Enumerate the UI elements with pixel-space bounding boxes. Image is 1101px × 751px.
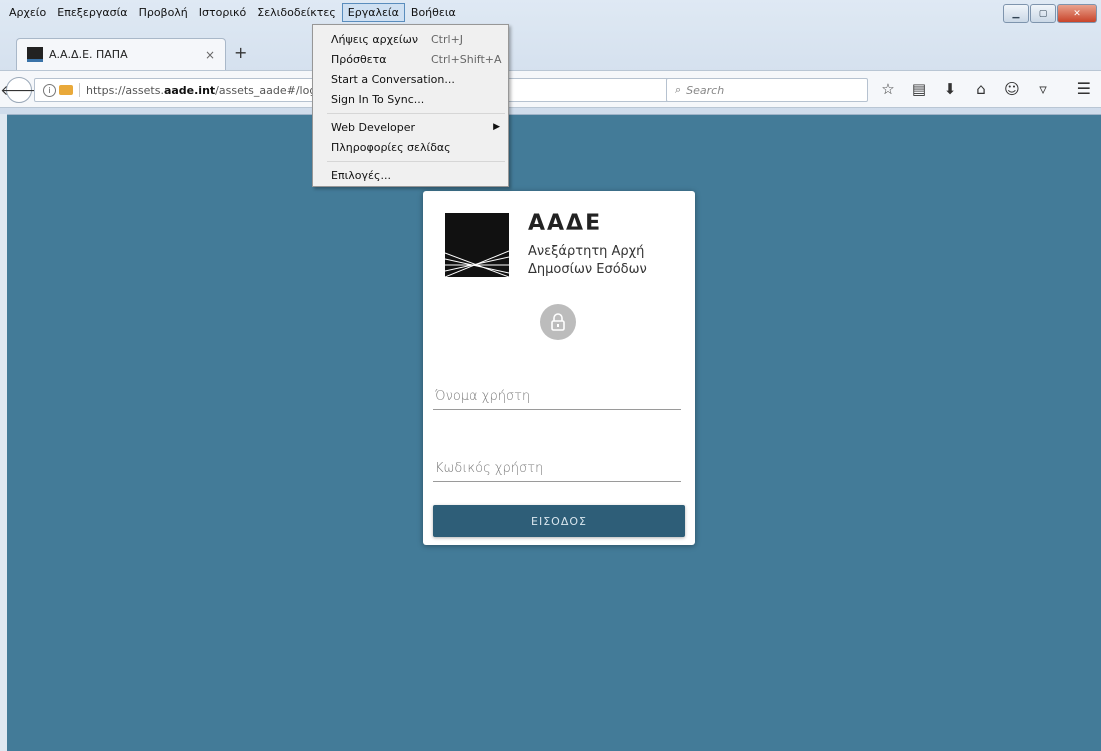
bookmarks-list-icon[interactable]: ▤	[911, 80, 927, 98]
brand-subtitle-line-1: Ανεξάρτητη Αρχή	[528, 244, 645, 259]
menu-item-label: Λήψεις αρχείων	[331, 32, 418, 46]
menu-separator	[327, 113, 505, 114]
menu-item-sign-in-sync[interactable]: Sign In To Sync...	[313, 89, 508, 109]
back-button[interactable]: 🡐	[0, 77, 38, 103]
menu-item-shortcut: Ctrl+Shift+A	[431, 52, 502, 66]
menu-edit[interactable]: Επεξεργασία	[52, 4, 132, 21]
url-path: /assets_aade#/login	[215, 83, 327, 97]
menu-item-label: Πρόσθετα	[331, 52, 387, 66]
new-tab-button[interactable]: +	[234, 43, 247, 62]
login-button[interactable]: ΕΙΣΟΔΟΣ	[433, 505, 685, 537]
menu-item-page-info[interactable]: Πληροφορίες σελίδας	[313, 137, 508, 157]
left-window-border	[0, 114, 7, 751]
menu-file[interactable]: Αρχείο	[4, 4, 51, 21]
menu-separator	[327, 161, 505, 162]
aade-logo	[444, 213, 510, 278]
aade-favicon-icon	[27, 47, 43, 62]
minimize-icon: ▁	[1012, 8, 1020, 19]
password-input[interactable]	[433, 456, 681, 482]
menu-tools[interactable]: Εργαλεία	[341, 2, 405, 22]
search-icon: ⌕	[675, 83, 682, 96]
lock-icon	[540, 304, 576, 340]
brand-subtitle-line-2: Δημοσίων Εσόδων	[528, 262, 647, 277]
tab-title: Α.Α.Δ.Ε. ΠΑΠΑ	[49, 48, 128, 61]
menu-view[interactable]: Προβολή	[134, 4, 193, 21]
arrow-left-icon: 🡐	[0, 82, 38, 99]
url-prefix: https://assets.	[86, 83, 164, 97]
url-domain: aade.int	[163, 83, 216, 97]
username-input[interactable]	[433, 384, 681, 410]
menu-history[interactable]: Ιστορικό	[194, 4, 252, 21]
brand-title: ΑΑΔΕ	[528, 211, 603, 236]
tab-close-icon[interactable]: ×	[205, 48, 215, 62]
menu-item-label: Web Developer	[331, 120, 416, 134]
toolbar-icons: ☆ ▤ ⬇ ⌂ ☺ ▿	[880, 80, 1051, 98]
search-placeholder: Search	[686, 83, 725, 97]
window-controls: ▁ ▢ ✕	[1003, 4, 1097, 23]
submenu-arrow-icon: ▶	[493, 122, 500, 132]
menu-item-label: Πληροφορίες σελίδας	[331, 140, 451, 154]
menu-item-label: Επιλογές...	[331, 168, 391, 182]
menu-help[interactable]: Βοήθεια	[406, 4, 461, 21]
chat-icon[interactable]: ☺	[1004, 80, 1020, 98]
pocket-icon[interactable]: ▿	[1035, 80, 1051, 98]
menu-bar: Αρχείο Επεξεργασία Προβολή Ιστορικό Σελι…	[0, 0, 1101, 24]
close-window-button[interactable]: ✕	[1057, 4, 1097, 23]
login-card: ΑΑΔΕ Ανεξάρτητη Αρχή Δημοσίων Εσόδων ΕΙΣ…	[423, 191, 695, 545]
menu-item-web-developer[interactable]: Web Developer ▶	[313, 117, 508, 137]
menu-item-label: Start a Conversation...	[331, 72, 455, 86]
menu-item-addons[interactable]: Πρόσθετα Ctrl+Shift+A	[313, 49, 508, 69]
minimize-button[interactable]: ▁	[1003, 4, 1029, 23]
browser-chrome: Αρχείο Επεξεργασία Προβολή Ιστορικό Σελι…	[0, 0, 1101, 115]
menu-item-start-conversation[interactable]: Start a Conversation...	[313, 69, 508, 89]
aade-logo-icon	[444, 213, 510, 278]
bookmark-star-icon[interactable]: ☆	[880, 80, 896, 98]
padlock-icon	[551, 313, 565, 331]
home-icon[interactable]: ⌂	[973, 80, 989, 98]
maximize-button[interactable]: ▢	[1030, 4, 1056, 23]
navigation-bar: 🡐 i https://assets. aade.int/assets_aade#…	[0, 70, 1101, 108]
close-icon: ✕	[1073, 8, 1081, 19]
tools-dropdown-menu: Λήψεις αρχείων Ctrl+J Πρόσθετα Ctrl+Shif…	[312, 24, 509, 187]
insecure-lock-icon[interactable]	[59, 85, 73, 95]
menu-item-shortcut: Ctrl+J	[431, 32, 464, 46]
downloads-icon[interactable]: ⬇	[942, 80, 958, 98]
url-separator	[79, 83, 80, 97]
hamburger-menu-icon[interactable]: ☰	[1077, 79, 1091, 98]
maximize-icon: ▢	[1038, 8, 1048, 19]
tab-strip: Α.Α.Δ.Ε. ΠΑΠΑ × +	[16, 36, 247, 70]
tab-aade[interactable]: Α.Α.Δ.Ε. ΠΑΠΑ ×	[16, 38, 226, 70]
menu-item-label: Sign In To Sync...	[331, 92, 425, 106]
menu-item-downloads[interactable]: Λήψεις αρχείων Ctrl+J	[313, 29, 508, 49]
search-bar[interactable]: ⌕ Search	[666, 78, 868, 102]
menu-item-options[interactable]: Επιλογές...	[313, 165, 508, 185]
info-icon[interactable]: i	[43, 83, 56, 97]
menu-bookmarks[interactable]: Σελιδοδείκτες	[252, 4, 341, 21]
